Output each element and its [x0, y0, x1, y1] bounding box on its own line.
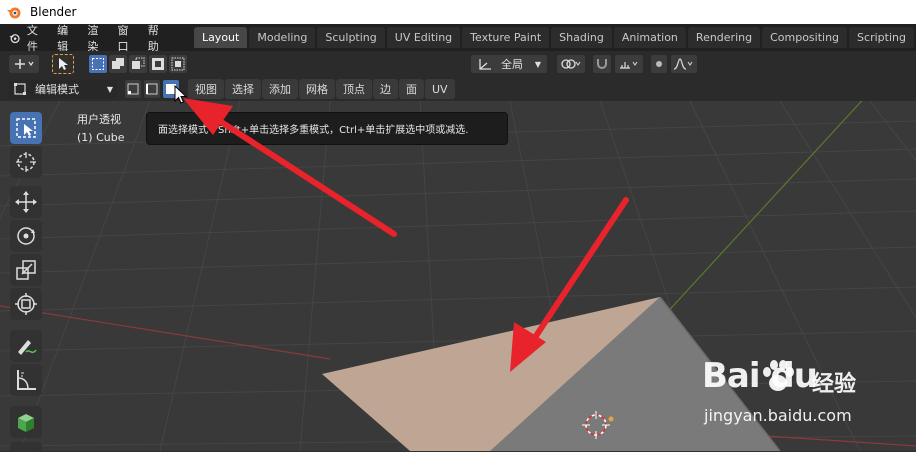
watermark-url: jingyan.baidu.com — [704, 406, 852, 425]
red-arrow-tooltip — [183, 98, 397, 237]
watermark-cn: 经验 — [812, 372, 857, 397]
baidu-watermark: Bai du 经验 jingyan.baidu.com — [700, 350, 910, 435]
paw-icon — [763, 360, 794, 391]
mouse-pointer-icon — [174, 84, 188, 104]
red-arrow-face — [510, 197, 629, 372]
